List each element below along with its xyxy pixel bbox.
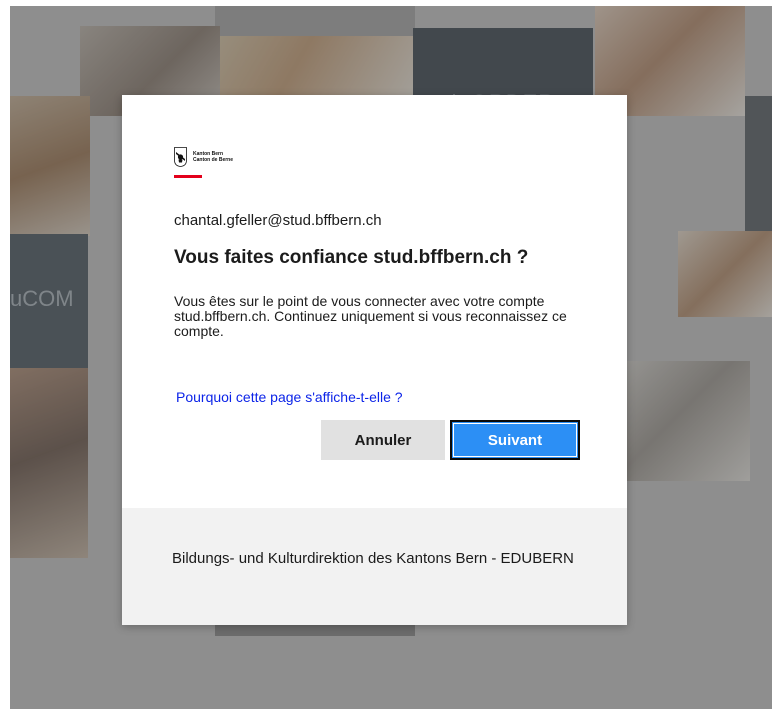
bern-bear-shield-icon bbox=[174, 147, 187, 167]
trust-dialog: Kanton Bern Canton de Berne chantal.gfel… bbox=[122, 95, 627, 625]
dialog-description: Vous êtes sur le point de vous connecter… bbox=[174, 293, 567, 339]
next-button[interactable]: Suivant bbox=[450, 420, 580, 460]
footer-organization-text: Bildungs- und Kulturdirektion des Kanton… bbox=[172, 550, 574, 567]
dialog-title: Vous faites confiance stud.bffbern.ch ? bbox=[174, 247, 529, 268]
cancel-button[interactable]: Annuler bbox=[321, 420, 445, 460]
dialog-footer: Bildungs- und Kulturdirektion des Kanton… bbox=[122, 508, 627, 625]
kanton-bern-logo: Kanton Bern Canton de Berne bbox=[174, 147, 264, 179]
account-email: chantal.gfeller@stud.bffbern.ch bbox=[174, 212, 382, 229]
logo-accent-bar bbox=[174, 175, 202, 178]
logo-text-line2: Canton de Berne bbox=[193, 157, 234, 163]
why-this-page-link[interactable]: Pourquoi cette page s'affiche-t-elle ? bbox=[176, 389, 403, 405]
